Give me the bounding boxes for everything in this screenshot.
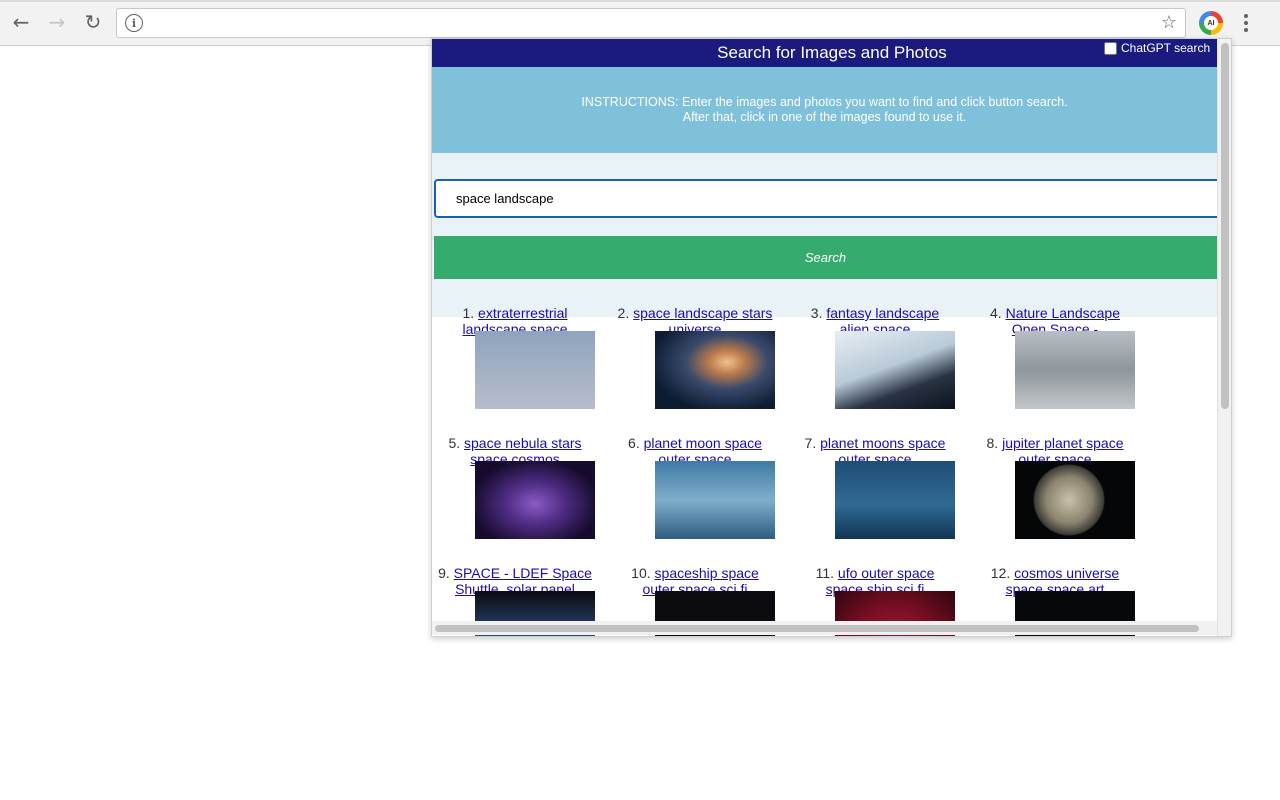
result-thumbnail[interactable] (835, 461, 955, 539)
result-thumbnail[interactable] (1015, 461, 1135, 539)
search-button[interactable]: Search (434, 236, 1217, 279)
result-index: 9. (438, 565, 450, 581)
image-search-popup: Search for Images and Photos ChatGPT sea… (431, 38, 1232, 637)
more-vert-icon[interactable] (1236, 12, 1256, 34)
reload-icon[interactable]: ↻ (81, 10, 105, 34)
result-thumbnail[interactable] (655, 331, 775, 409)
results-grid: 1. extraterrestrial landscape space 2. sp… (432, 295, 1217, 636)
instructions-line-1: INSTRUCTIONS: Enter the images and photo… (581, 95, 1068, 109)
result-thumbnail[interactable] (835, 331, 955, 409)
result-index: 7. (804, 435, 817, 451)
vertical-scrollbar[interactable] (1217, 39, 1231, 636)
chatgpt-search-checkbox[interactable] (1104, 41, 1117, 55)
result-index: 2. (617, 305, 630, 321)
chatgpt-search-toggle[interactable]: ChatGPT search (1104, 41, 1210, 55)
search-input[interactable] (434, 179, 1224, 218)
horizontal-scrollbar[interactable] (432, 621, 1217, 635)
result-index: 10. (631, 565, 651, 581)
tab-strip (0, 0, 1280, 2)
star-icon[interactable]: ☆ (1161, 12, 1177, 33)
search-area: Search (432, 153, 1224, 317)
ai-extension-mark: AI (1207, 19, 1215, 27)
result-index: 8. (986, 435, 999, 451)
result-index: 4. (990, 305, 1002, 321)
result-thumbnail[interactable] (1015, 331, 1135, 409)
chatgpt-search-label: ChatGPT search (1121, 41, 1211, 55)
result-index: 1. (462, 305, 475, 321)
result-thumbnail[interactable] (475, 461, 595, 539)
address-bar[interactable]: i ☆ (116, 8, 1186, 38)
result-index: 11. (815, 565, 835, 581)
result-index: 6. (628, 435, 640, 451)
instructions-panel: INSTRUCTIONS: Enter the images and photo… (432, 67, 1217, 153)
result-thumbnail[interactable] (475, 331, 595, 409)
vertical-scroll-thumb[interactable] (1221, 43, 1229, 409)
back-arrow-icon[interactable]: ← (9, 10, 33, 34)
info-icon[interactable]: i (125, 14, 143, 32)
popup-header: Search for Images and Photos ChatGPT sea… (432, 39, 1217, 67)
ai-extension-icon[interactable]: AI (1199, 11, 1223, 35)
result-index: 12. (990, 565, 1011, 581)
result-index: 5. (448, 435, 461, 451)
url-input[interactable] (151, 13, 1151, 33)
result-thumbnail[interactable] (655, 461, 775, 539)
instructions-line-2: After that, click in one of the images f… (682, 110, 967, 124)
result-index: 3. (810, 305, 823, 321)
forward-arrow-icon[interactable]: → (45, 10, 69, 34)
horizontal-scroll-thumb[interactable] (435, 625, 1199, 632)
